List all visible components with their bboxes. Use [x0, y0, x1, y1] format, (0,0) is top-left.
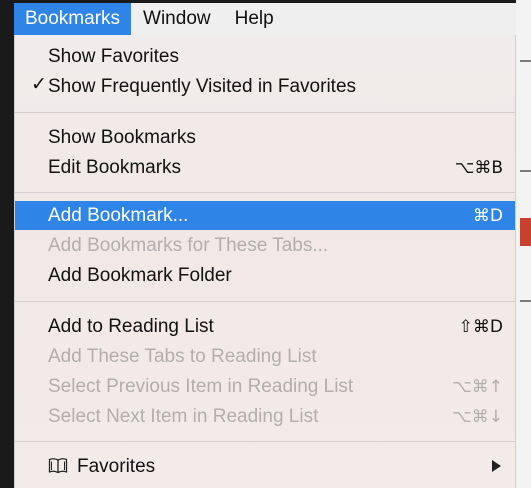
menu-item-show-frequently-visited[interactable]: ✓ Show Frequently Visited in Favorites: [15, 72, 515, 101]
menu-separator: [15, 301, 515, 302]
menu-item-edit-bookmarks[interactable]: Edit Bookmarks ⌥⌘B: [15, 153, 515, 182]
menubar-item-bookmarks[interactable]: Bookmarks: [14, 3, 132, 35]
menu-item-add-to-reading-list[interactable]: Add to Reading List ⇧⌘D: [15, 312, 515, 341]
menu-item-add-tabs-to-reading-list: Add These Tabs to Reading List: [15, 342, 515, 371]
menu-item-show-bookmarks[interactable]: Show Bookmarks: [15, 123, 515, 152]
menu-bar: Bookmarks Window Help: [14, 3, 516, 35]
menu-item-show-favorites[interactable]: Show Favorites: [15, 42, 515, 71]
menu-item-add-bookmarks-for-tabs: Add Bookmarks for These Tabs...: [15, 231, 515, 260]
shortcut-label: ⇧⌘D: [458, 316, 503, 337]
background-divider: [520, 170, 531, 172]
menu-item-label: Show Bookmarks: [48, 126, 196, 148]
menu-item-select-next: Select Next Item in Reading List ⌥⌘↓: [15, 402, 515, 431]
menu-item-favorites-submenu[interactable]: Favorites: [15, 451, 515, 483]
menubar-item-help[interactable]: Help: [223, 3, 286, 35]
menu-item-label: Add to Reading List: [48, 315, 214, 337]
menu-item-label: Show Favorites: [48, 45, 179, 67]
menubar-item-window[interactable]: Window: [131, 3, 223, 35]
shortcut-label: ⌥⌘↑: [452, 376, 503, 397]
background-divider: [520, 300, 531, 302]
menu-separator: [15, 112, 515, 113]
menu-item-select-previous: Select Previous Item in Reading List ⌥⌘↑: [15, 372, 515, 401]
menu-item-label: Add Bookmark...: [48, 204, 189, 226]
menu-item-label: Add Bookmarks for These Tabs...: [48, 234, 329, 256]
menu-item-label: Select Next Item in Reading List: [48, 405, 319, 427]
shortcut-label: ⌘D: [472, 205, 503, 226]
menu-item-add-bookmark[interactable]: Add Bookmark... ⌘D: [15, 201, 515, 230]
menu-item-label: Edit Bookmarks: [48, 156, 182, 178]
submenu-arrow-icon: [492, 460, 501, 472]
shortcut-label: ⌥⌘↓: [452, 406, 503, 427]
shortcut-label: ⌥⌘B: [454, 157, 503, 178]
menu-item-label: Favorites: [77, 456, 156, 477]
menu-item-add-bookmark-folder[interactable]: Add Bookmark Folder: [15, 261, 515, 290]
background-divider: [520, 60, 531, 62]
book-icon: [48, 458, 68, 474]
screen: Bookmarks Window Help Show Favorites ✓ S…: [0, 0, 531, 488]
bookmarks-menu: Show Favorites ✓ Show Frequently Visited…: [14, 35, 516, 488]
menu-item-label: Add Bookmark Folder: [48, 264, 232, 286]
menu-separator: [15, 192, 515, 193]
menu-separator: [15, 441, 515, 442]
menu-item-label: Add These Tabs to Reading List: [48, 345, 317, 367]
checkmark-icon: ✓: [31, 74, 47, 95]
background-accent: [520, 218, 531, 246]
menu-item-label: Select Previous Item in Reading List: [48, 375, 354, 397]
menu-item-label: Show Frequently Visited in Favorites: [48, 75, 357, 97]
